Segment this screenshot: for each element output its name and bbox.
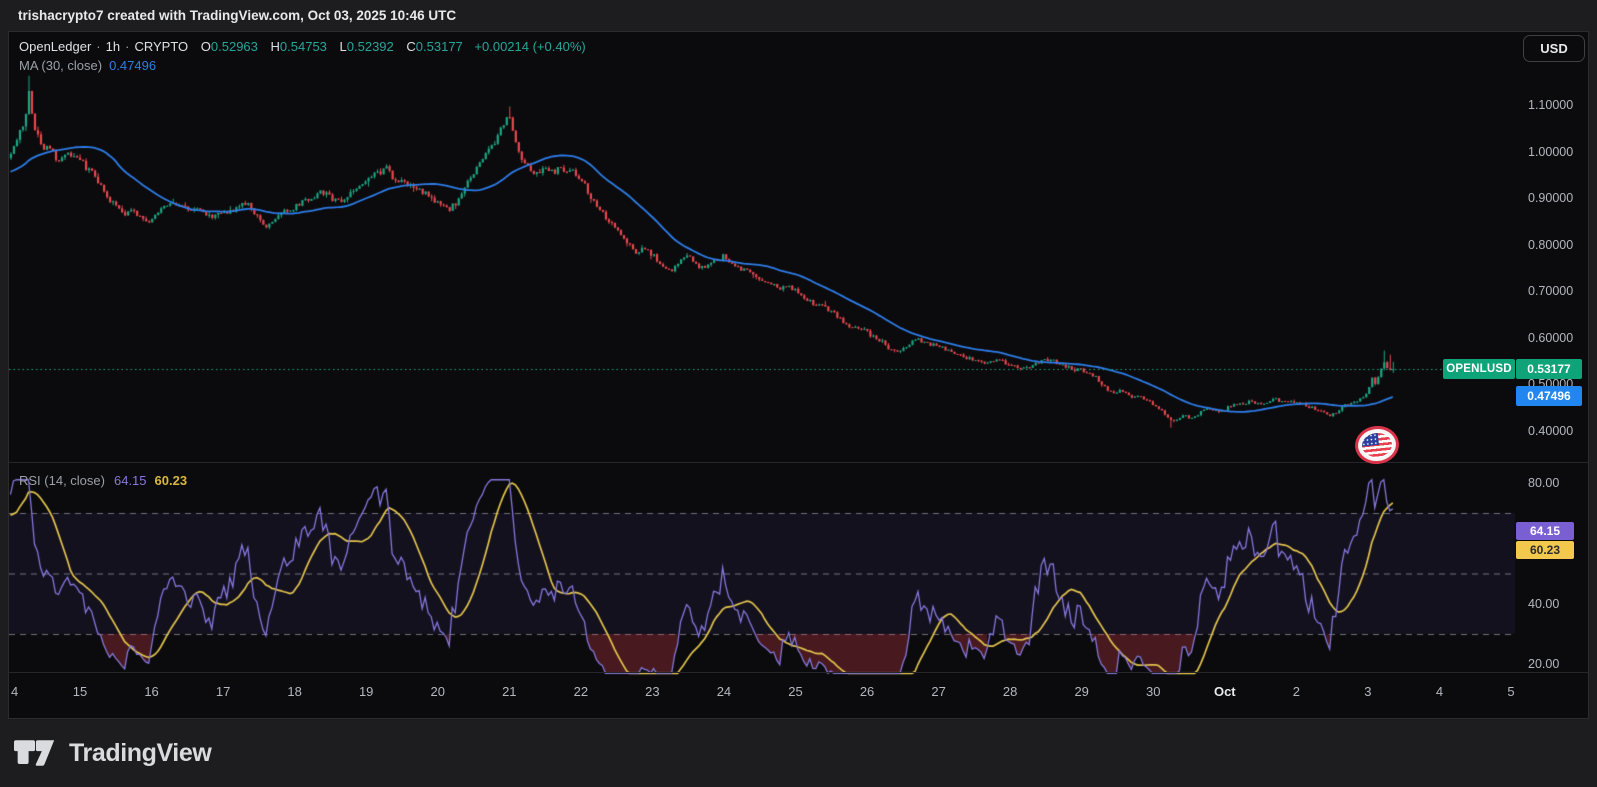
interval-label: 1h xyxy=(106,39,120,54)
ma-label: MA (30, close) xyxy=(19,58,102,73)
time-tick-label: 17 xyxy=(216,684,230,699)
price-tick-label: 0.60000 xyxy=(1528,330,1573,346)
last-price-tag: 0.53177 xyxy=(1516,359,1582,379)
time-tick-label: 26 xyxy=(860,684,874,699)
time-tick-label: 16 xyxy=(144,684,158,699)
symbol-legend[interactable]: OpenLedger · 1h · CRYPTO O0.52963 H0.54753 L… xyxy=(19,39,586,54)
time-tick-label: 19 xyxy=(359,684,373,699)
rsi-tick-label: 20.00 xyxy=(1528,656,1559,672)
price-tick-label: 0.40000 xyxy=(1528,423,1573,439)
time-tick-label: 4 xyxy=(11,684,18,699)
time-tick-label: 21 xyxy=(502,684,516,699)
ma-value: 0.47496 xyxy=(109,58,156,73)
time-tick-label: 30 xyxy=(1146,684,1160,699)
ma-legend[interactable]: MA (30, close) 0.47496 xyxy=(19,58,156,73)
time-tick-label: 4 xyxy=(1436,684,1443,699)
chart-frame: OpenLedger · 1h · CRYPTO O0.52963 H0.54753 L… xyxy=(8,31,1589,719)
price-tick-label: 0.90000 xyxy=(1528,190,1573,206)
low-value: L0.52392 xyxy=(340,39,394,54)
time-tick-label: 5 xyxy=(1507,684,1514,699)
rsi-value: 64.15 xyxy=(114,473,147,488)
pane-divider xyxy=(9,462,1588,463)
market-label: CRYPTO xyxy=(134,39,188,54)
time-tick-label: 18 xyxy=(287,684,301,699)
separator-dot: · xyxy=(125,39,129,54)
price-tick-label: 0.80000 xyxy=(1528,237,1573,253)
flag-canton xyxy=(1361,433,1380,447)
currency-toggle-button[interactable]: USD xyxy=(1523,35,1585,62)
price-tick-label: 1.10000 xyxy=(1528,97,1573,113)
tradingview-wordmark[interactable]: TradingView xyxy=(69,739,211,768)
time-tick-label: 27 xyxy=(931,684,945,699)
time-tick-label: 22 xyxy=(574,684,588,699)
time-axis-divider xyxy=(9,672,1588,673)
rsi-ma-value: 60.23 xyxy=(155,473,188,488)
symbol-name: OpenLedger xyxy=(19,39,91,54)
time-tick-label: Oct xyxy=(1214,684,1236,699)
rsi-tick-label: 80.00 xyxy=(1528,475,1559,491)
time-tick-label: 15 xyxy=(73,684,87,699)
us-flag-badge xyxy=(1353,424,1401,466)
rsi-ma-value-tag: 60.23 xyxy=(1516,541,1574,559)
rsi-value-tag: 64.15 xyxy=(1516,522,1574,540)
price-tick-label: 1.00000 xyxy=(1528,144,1573,160)
time-tick-label: 2 xyxy=(1293,684,1300,699)
attribution-text: trishacrypto7 created with TradingView.c… xyxy=(18,8,456,23)
separator-dot: · xyxy=(96,39,100,54)
attribution-bar: trishacrypto7 created with TradingView.c… xyxy=(0,0,1597,31)
time-tick-label: 28 xyxy=(1003,684,1017,699)
footer-bar: TradingView xyxy=(0,719,1597,787)
time-tick-label: 23 xyxy=(645,684,659,699)
high-value: H0.54753 xyxy=(271,39,327,54)
open-value: O0.52963 xyxy=(201,39,258,54)
time-tick-label: 20 xyxy=(431,684,445,699)
rsi-tick-label: 40.00 xyxy=(1528,596,1559,612)
symbol-price-label: OPENLUSD xyxy=(1443,359,1515,379)
rsi-label: RSI (14, close) xyxy=(19,473,105,488)
close-value: C0.53177 xyxy=(406,39,462,54)
time-tick-label: 24 xyxy=(717,684,731,699)
tradingview-logo-icon[interactable] xyxy=(14,740,56,766)
tradingview-snapshot: trishacrypto7 created with TradingView.c… xyxy=(0,0,1597,787)
time-tick-label: 29 xyxy=(1074,684,1088,699)
rsi-legend[interactable]: RSI (14, close) 64.15 60.23 xyxy=(19,473,187,488)
change-value: +0.00214 (+0.40%) xyxy=(474,39,585,54)
ma-price-tag: 0.47496 xyxy=(1516,386,1582,406)
price-chart-canvas[interactable] xyxy=(9,32,1588,718)
time-tick-label: 25 xyxy=(788,684,802,699)
price-tick-label: 0.70000 xyxy=(1528,283,1573,299)
time-tick-label: 3 xyxy=(1364,684,1371,699)
